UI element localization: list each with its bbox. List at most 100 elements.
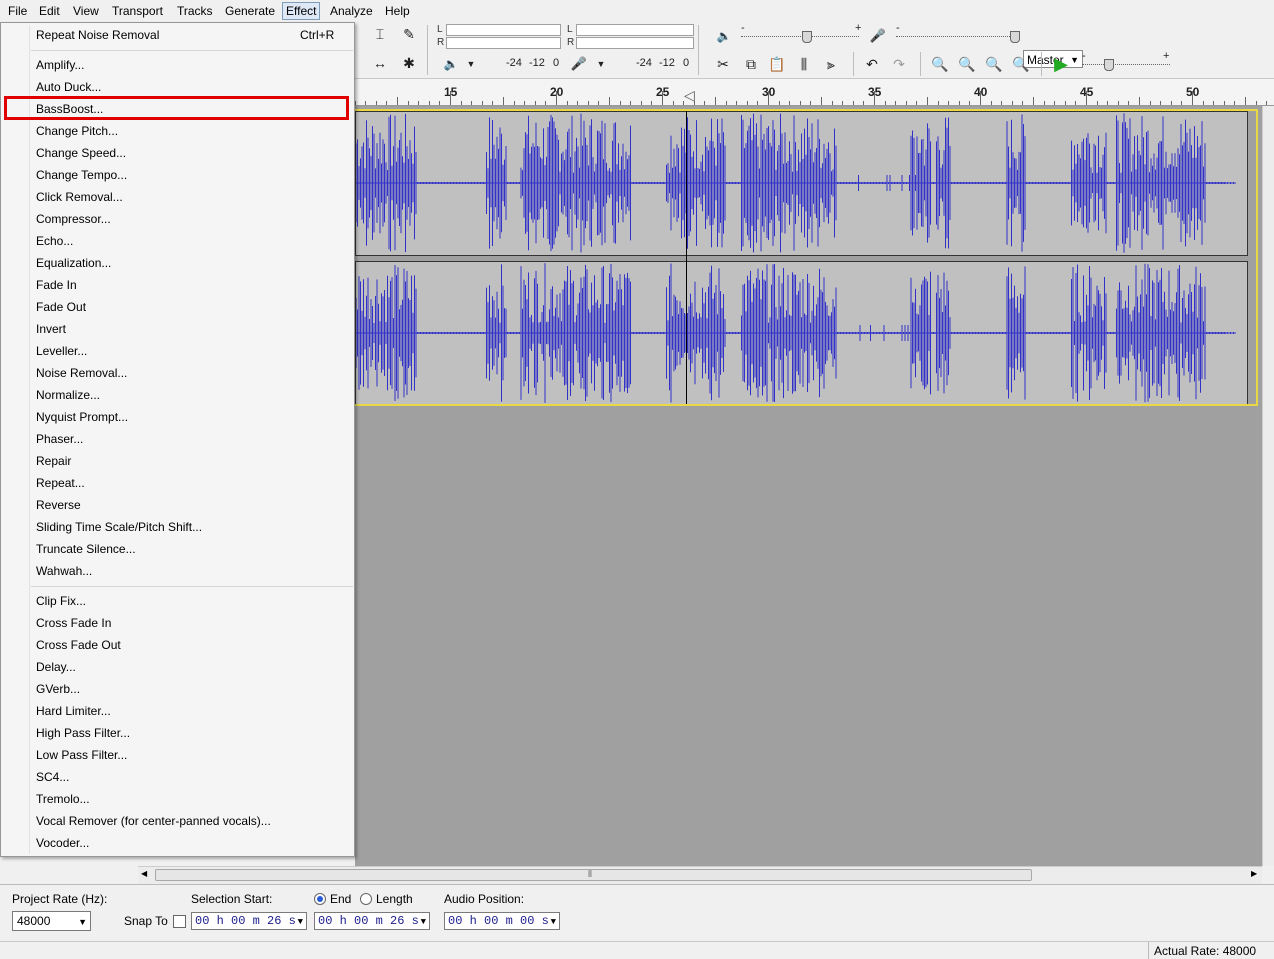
menu-item[interactable]: Auto Duck...	[36, 79, 101, 95]
menu-item[interactable]: Change Speed...	[36, 145, 126, 161]
menu-item[interactable]: Change Pitch...	[36, 123, 118, 139]
paste-icon[interactable]: 📋	[766, 53, 788, 75]
input-volume-slider[interactable]	[896, 36, 1016, 38]
actual-rate: Actual Rate: 48000	[1154, 944, 1257, 958]
microphone-icon[interactable]: 🎤	[568, 53, 590, 75]
slider-thumb[interactable]	[1010, 31, 1020, 43]
menu-item[interactable]: Leveller...	[36, 343, 87, 359]
menu-item[interactable]: SC4...	[36, 769, 69, 785]
selection-start-field[interactable]: 00 h 00 m 26 s ▼	[191, 912, 307, 930]
play-at-speed-icon[interactable]: ▶	[1050, 53, 1072, 75]
draw-tool-icon[interactable]: ✎	[398, 23, 420, 45]
slider-thumb[interactable]	[1104, 59, 1114, 71]
slider-thumb[interactable]	[802, 31, 812, 43]
ruler-tick	[1022, 101, 1024, 105]
menu-item[interactable]: Low Pass Filter...	[36, 747, 127, 763]
menu-item[interactable]: Fade Out	[36, 299, 86, 315]
ruler-tick	[852, 101, 854, 105]
fit-project-icon[interactable]: 🔍	[1010, 53, 1032, 75]
snap-to-checkbox[interactable]	[173, 915, 186, 928]
menu-item[interactable]: Repeat...	[36, 475, 85, 491]
menu-tracks[interactable]: Tracks	[174, 3, 216, 19]
selection-start-value: 00 h 00 m 26 s	[195, 914, 296, 928]
horizontal-scroll-thumb[interactable]: ⦀	[155, 869, 1032, 881]
menu-item[interactable]: Delay...	[36, 659, 76, 675]
menu-item[interactable]: Equalization...	[36, 255, 111, 271]
vertical-scrollbar[interactable]	[1262, 106, 1274, 866]
menu-item[interactable]: Normalize...	[36, 387, 100, 403]
menu-effect[interactable]: Effect	[282, 2, 321, 20]
menu-item[interactable]: Echo...	[36, 233, 73, 249]
playback-meter-right[interactable]	[446, 37, 561, 49]
menu-item[interactable]: Clip Fix...	[36, 593, 86, 609]
speaker-icon[interactable]: 🔈	[440, 53, 462, 75]
menu-item-repeat-noise-removal[interactable]: Repeat Noise Removal	[36, 27, 159, 43]
cursor-line	[686, 111, 687, 404]
end-radio[interactable]	[314, 893, 326, 905]
playback-meter-left[interactable]	[446, 24, 561, 36]
multi-tool-icon[interactable]: ✱	[398, 52, 420, 74]
menu-item[interactable]: Click Removal...	[36, 189, 123, 205]
menu-transport[interactable]: Transport	[109, 3, 166, 19]
menu-help[interactable]: Help	[382, 3, 413, 19]
timeline-ruler[interactable]: 15 20 25 30 35 40 45 50 ◁	[344, 79, 1274, 106]
menu-item[interactable]: Cross Fade Out	[36, 637, 121, 653]
menu-item[interactable]: Repair	[36, 453, 71, 469]
menu-analyze[interactable]: Analyze	[327, 3, 376, 19]
menu-item[interactable]: GVerb...	[36, 681, 80, 697]
slider-plus: +	[1163, 50, 1170, 62]
output-volume-slider[interactable]	[741, 36, 859, 38]
menu-item[interactable]: Sliding Time Scale/Pitch Shift...	[36, 519, 202, 535]
menu-item[interactable]: Fade In	[36, 277, 77, 293]
menu-item[interactable]: High Pass Filter...	[36, 725, 130, 741]
chevron-down-icon[interactable]: ▼	[460, 53, 482, 75]
chevron-down-icon[interactable]: ▼	[590, 53, 612, 75]
project-rate-select[interactable]: 48000 ▼	[12, 911, 91, 931]
menu-item[interactable]: Reverse	[36, 497, 81, 513]
play-speed-slider[interactable]	[1082, 64, 1170, 66]
trim-icon[interactable]: ⫼	[793, 53, 815, 75]
record-meter-left[interactable]	[576, 24, 694, 36]
copy-icon[interactable]: ⧉	[740, 53, 762, 75]
ruler-tick	[799, 101, 801, 105]
menu-item[interactable]: Cross Fade In	[36, 615, 111, 631]
menu-item[interactable]: Amplify...	[36, 57, 84, 73]
menu-item[interactable]: Phaser...	[36, 431, 83, 447]
menu-item[interactable]: Vocoder...	[36, 835, 89, 851]
redo-icon[interactable]: ↷	[888, 53, 910, 75]
menu-edit[interactable]: Edit	[36, 3, 63, 19]
menu-item[interactable]: Wahwah...	[36, 563, 92, 579]
track-area[interactable]	[355, 106, 1274, 866]
zoom-out-icon[interactable]: 🔍	[956, 53, 978, 75]
menu-view[interactable]: View	[70, 3, 102, 19]
slider-minus: -	[741, 22, 745, 34]
menu-separator	[31, 586, 353, 587]
fit-selection-icon[interactable]: 🔍	[983, 53, 1005, 75]
menu-file[interactable]: File	[5, 3, 30, 19]
play-head-marker[interactable]: ◁	[684, 87, 695, 104]
envelope-tool-icon[interactable]: ⌶	[369, 23, 391, 45]
zoom-in-icon[interactable]: 🔍	[929, 53, 951, 75]
scroll-left-icon[interactable]: ◀	[141, 869, 147, 878]
menu-item[interactable]: Tremolo...	[36, 791, 90, 807]
record-meter-right[interactable]	[576, 37, 694, 49]
menu-item[interactable]: Hard Limiter...	[36, 703, 111, 719]
selection-end-field[interactable]: 00 h 00 m 26 s ▼	[314, 912, 430, 930]
menu-item[interactable]: Nyquist Prompt...	[36, 409, 128, 425]
menu-item[interactable]: Noise Removal...	[36, 365, 127, 381]
menu-item[interactable]: Vocal Remover (for center-panned vocals)…	[36, 813, 271, 829]
menu-item[interactable]: Invert	[36, 321, 66, 337]
menu-item[interactable]: Truncate Silence...	[36, 541, 136, 557]
timeshift-tool-icon[interactable]: ↔	[369, 52, 391, 74]
menu-generate[interactable]: Generate	[222, 3, 278, 19]
audio-position-field[interactable]: 00 h 00 m 00 s ▼	[444, 912, 560, 930]
menu-item[interactable]: Change Tempo...	[36, 167, 127, 183]
menu-item[interactable]: Compressor...	[36, 211, 111, 227]
length-radio[interactable]	[360, 893, 372, 905]
menu-shortcut: Ctrl+R	[300, 28, 335, 42]
cut-icon[interactable]: ✂	[712, 53, 734, 75]
scroll-right-icon[interactable]: ▶	[1251, 869, 1257, 878]
ruler-tick	[1160, 101, 1162, 105]
silence-icon[interactable]: ⫸	[820, 53, 842, 75]
undo-icon[interactable]: ↶	[861, 53, 883, 75]
